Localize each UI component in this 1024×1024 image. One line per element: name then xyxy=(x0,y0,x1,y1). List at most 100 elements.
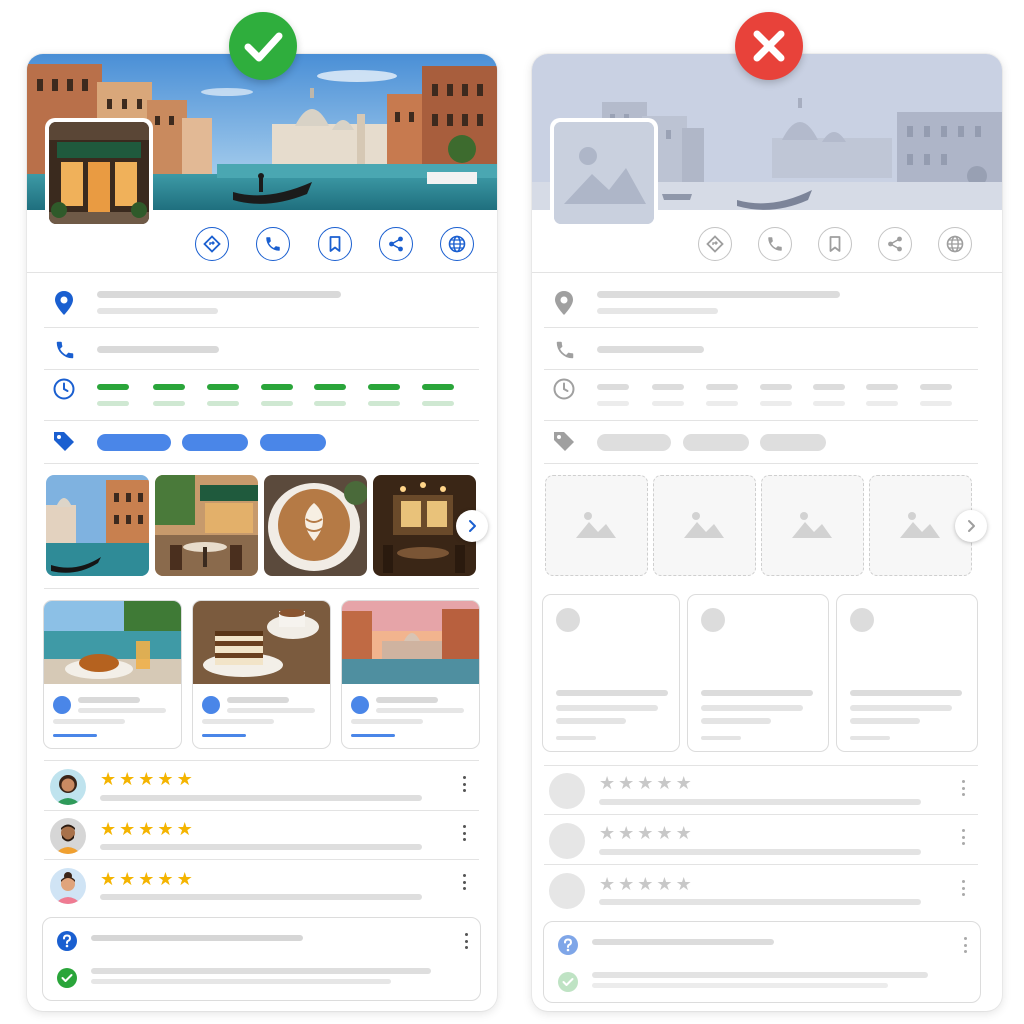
more-options-icon[interactable] xyxy=(459,874,469,890)
save-button[interactable] xyxy=(818,227,852,261)
bookmark-icon xyxy=(329,236,341,252)
save-button[interactable] xyxy=(318,227,352,261)
address-subline xyxy=(97,308,218,314)
canal-dinner-post[interactable] xyxy=(43,600,182,749)
chevron-right-icon xyxy=(968,520,975,532)
venice-sunset-post[interactable] xyxy=(341,600,480,749)
woman-avatar xyxy=(50,769,86,805)
venice-canal-photo[interactable] xyxy=(46,475,149,576)
divider xyxy=(44,369,479,370)
review-text xyxy=(599,849,921,855)
review-text xyxy=(100,844,422,850)
good-example-badge xyxy=(229,12,297,80)
star-rating: ★ ★ ★ ★ ★ xyxy=(100,869,193,889)
address-line xyxy=(97,291,341,298)
photo-placeholder[interactable] xyxy=(761,475,864,576)
check-icon xyxy=(244,32,283,62)
image-placeholder-icon xyxy=(554,122,654,224)
more-options-icon[interactable] xyxy=(960,937,970,953)
category-chip[interactable] xyxy=(683,434,749,451)
divider xyxy=(44,760,479,761)
avatar-placeholder xyxy=(549,873,585,909)
photos-next-button[interactable] xyxy=(955,510,987,542)
storefront-thumbnail[interactable] xyxy=(45,118,153,228)
bookmark-icon xyxy=(829,236,841,252)
chevron-right-icon xyxy=(469,520,476,532)
website-button[interactable] xyxy=(440,227,474,261)
avatar-placeholder xyxy=(549,773,585,809)
call-button[interactable] xyxy=(758,227,792,261)
directions-icon xyxy=(203,235,221,253)
share-button[interactable] xyxy=(878,227,912,261)
divider xyxy=(544,463,978,464)
address-subline xyxy=(597,308,718,314)
location-pin-icon xyxy=(555,291,573,315)
category-chip[interactable] xyxy=(760,434,826,451)
woman-bun-avatar xyxy=(50,868,86,904)
directions-icon xyxy=(706,235,724,253)
post-placeholder[interactable] xyxy=(836,594,978,752)
star-rating: ★ ★ ★ ★ ★ xyxy=(599,874,692,894)
close-icon xyxy=(753,30,785,62)
more-options-icon[interactable] xyxy=(459,776,469,792)
phone-icon xyxy=(768,237,782,251)
website-button[interactable] xyxy=(938,227,972,261)
photo-placeholder[interactable] xyxy=(653,475,756,576)
globe-icon xyxy=(448,235,466,253)
more-options-icon[interactable] xyxy=(958,880,968,896)
phone-line xyxy=(97,346,219,353)
clock-icon xyxy=(553,378,575,400)
more-options-icon[interactable] xyxy=(958,829,968,845)
call-button[interactable] xyxy=(256,227,290,261)
bearded-man-avatar xyxy=(50,818,86,854)
category-chip[interactable] xyxy=(97,434,171,451)
image-placeholder-icon xyxy=(684,512,724,538)
clock-icon xyxy=(53,378,75,400)
tiramisu-coffee-post[interactable] xyxy=(192,600,331,749)
placeholder-thumbnail[interactable] xyxy=(550,118,658,228)
star-rating: ★ ★ ★ ★ ★ xyxy=(599,773,692,793)
star-rating: ★ ★ ★ ★ ★ xyxy=(100,769,193,789)
more-options-icon[interactable] xyxy=(459,825,469,841)
photos-next-button[interactable] xyxy=(456,510,488,542)
share-icon xyxy=(888,236,902,252)
post-placeholder[interactable] xyxy=(542,594,680,752)
latte-art-photo[interactable] xyxy=(264,475,367,576)
answer-check-icon xyxy=(57,968,77,988)
category-chip[interactable] xyxy=(260,434,326,451)
bad-example-badge xyxy=(735,12,803,80)
more-options-icon[interactable] xyxy=(461,933,471,949)
share-icon xyxy=(389,236,403,252)
post-placeholder[interactable] xyxy=(687,594,829,752)
phone-icon xyxy=(56,341,74,359)
divider xyxy=(544,327,978,328)
cafe-terrace-photo[interactable] xyxy=(155,475,258,576)
divider xyxy=(544,814,978,815)
questions-and-answers xyxy=(543,921,981,1003)
phone-line xyxy=(597,346,704,353)
divider xyxy=(44,463,479,464)
share-button[interactable] xyxy=(379,227,413,261)
review-text xyxy=(599,899,921,905)
divider xyxy=(27,272,497,273)
divider xyxy=(544,864,978,865)
divider xyxy=(532,272,1002,273)
phone-icon xyxy=(556,341,574,359)
review-text xyxy=(100,795,422,801)
divider xyxy=(544,420,978,421)
phone-icon xyxy=(266,237,280,251)
tag-icon xyxy=(554,432,574,451)
good-business-profile-card: ★ ★ ★ ★ ★ ★ ★ ★ ★ ★ ★ ★ ★ ★ ★ xyxy=(27,54,497,1011)
tag-icon xyxy=(54,432,74,451)
globe-icon xyxy=(946,235,964,253)
address-line xyxy=(597,291,840,298)
directions-button[interactable] xyxy=(698,227,732,261)
directions-button[interactable] xyxy=(195,227,229,261)
more-options-icon[interactable] xyxy=(958,780,968,796)
star-rating: ★ ★ ★ ★ ★ xyxy=(100,819,193,839)
divider xyxy=(44,859,479,860)
category-chip[interactable] xyxy=(182,434,248,451)
question-icon xyxy=(57,931,77,951)
category-chip[interactable] xyxy=(597,434,671,451)
photo-placeholder[interactable] xyxy=(545,475,648,576)
